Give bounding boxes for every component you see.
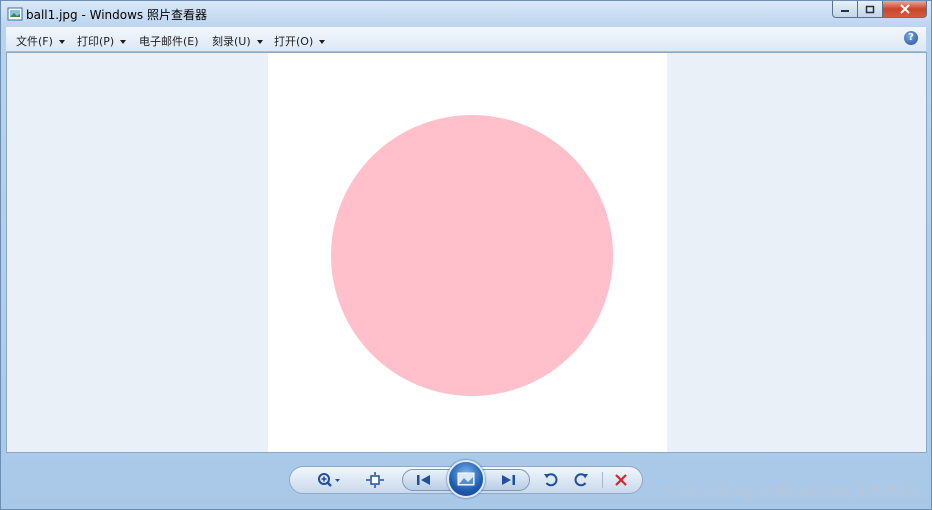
menu-file[interactable]: 文件(F) [16,33,65,49]
caption-buttons [832,1,927,19]
photo-viewer-app-icon [7,7,23,21]
dropdown-arrow-icon [256,40,263,44]
title-bar[interactable]: ball1.jpg - Windows 照片查看器 [1,1,931,27]
control-bar: http://blog.csdn.net/qq_34218221 [1,453,931,509]
close-icon [899,4,910,14]
rotate-counterclockwise-button[interactable] [541,470,561,490]
dropdown-arrow-icon [120,40,127,44]
menu-file-label: 文件(F) [16,35,53,48]
pink-ball [331,115,613,396]
actual-size-button[interactable] [364,470,386,490]
minimize-icon [841,10,849,12]
displayed-image [268,53,667,452]
menu-burn[interactable]: 刻录(U) [212,33,263,49]
maximize-button[interactable] [858,1,883,18]
toolbar-separator [602,472,603,488]
rotate-clockwise-icon [574,473,588,487]
previous-icon [417,475,430,485]
help-icon[interactable]: ? [904,31,918,45]
zoom-button[interactable] [314,470,344,490]
menu-open[interactable]: 打开(O) [274,33,326,49]
menu-burn-label: 刻录(U) [212,35,251,48]
watermark-text: http://blog.csdn.net/qq_34218221 [664,484,921,499]
dropdown-arrow-icon [319,40,326,44]
zoom-icon [318,473,340,487]
next-button[interactable] [495,471,521,489]
menu-print[interactable]: 打印(P) [77,33,127,49]
menu-email[interactable]: 电子邮件(E) [139,33,199,49]
menu-bar: 文件(F) 打印(P) 电子邮件(E) 刻录(U) 打开(O) ? [6,27,926,52]
close-button[interactable] [883,1,927,18]
window-title: ball1.jpg - Windows 照片查看器 [26,8,207,22]
restore-icon [865,5,875,13]
menu-print-label: 打印(P) [77,35,115,48]
menu-email-label: 电子邮件(E) [139,35,199,48]
actual-size-icon [366,472,384,488]
slideshow-button[interactable] [447,460,485,498]
photo-viewer-window: ball1.jpg - Windows 照片查看器 文件(F) 打印(P) 电子… [0,0,932,510]
image-viewport[interactable] [6,52,927,453]
previous-button[interactable] [411,471,437,489]
rotate-clockwise-button[interactable] [571,470,591,490]
minimize-button[interactable] [832,1,858,18]
delete-button[interactable] [611,470,631,490]
next-icon [502,475,515,485]
rotate-counterclockwise-icon [544,473,558,487]
dropdown-arrow-icon [58,40,65,44]
delete-icon [615,474,627,486]
menu-open-label: 打开(O) [274,35,314,48]
slideshow-icon [457,472,475,486]
